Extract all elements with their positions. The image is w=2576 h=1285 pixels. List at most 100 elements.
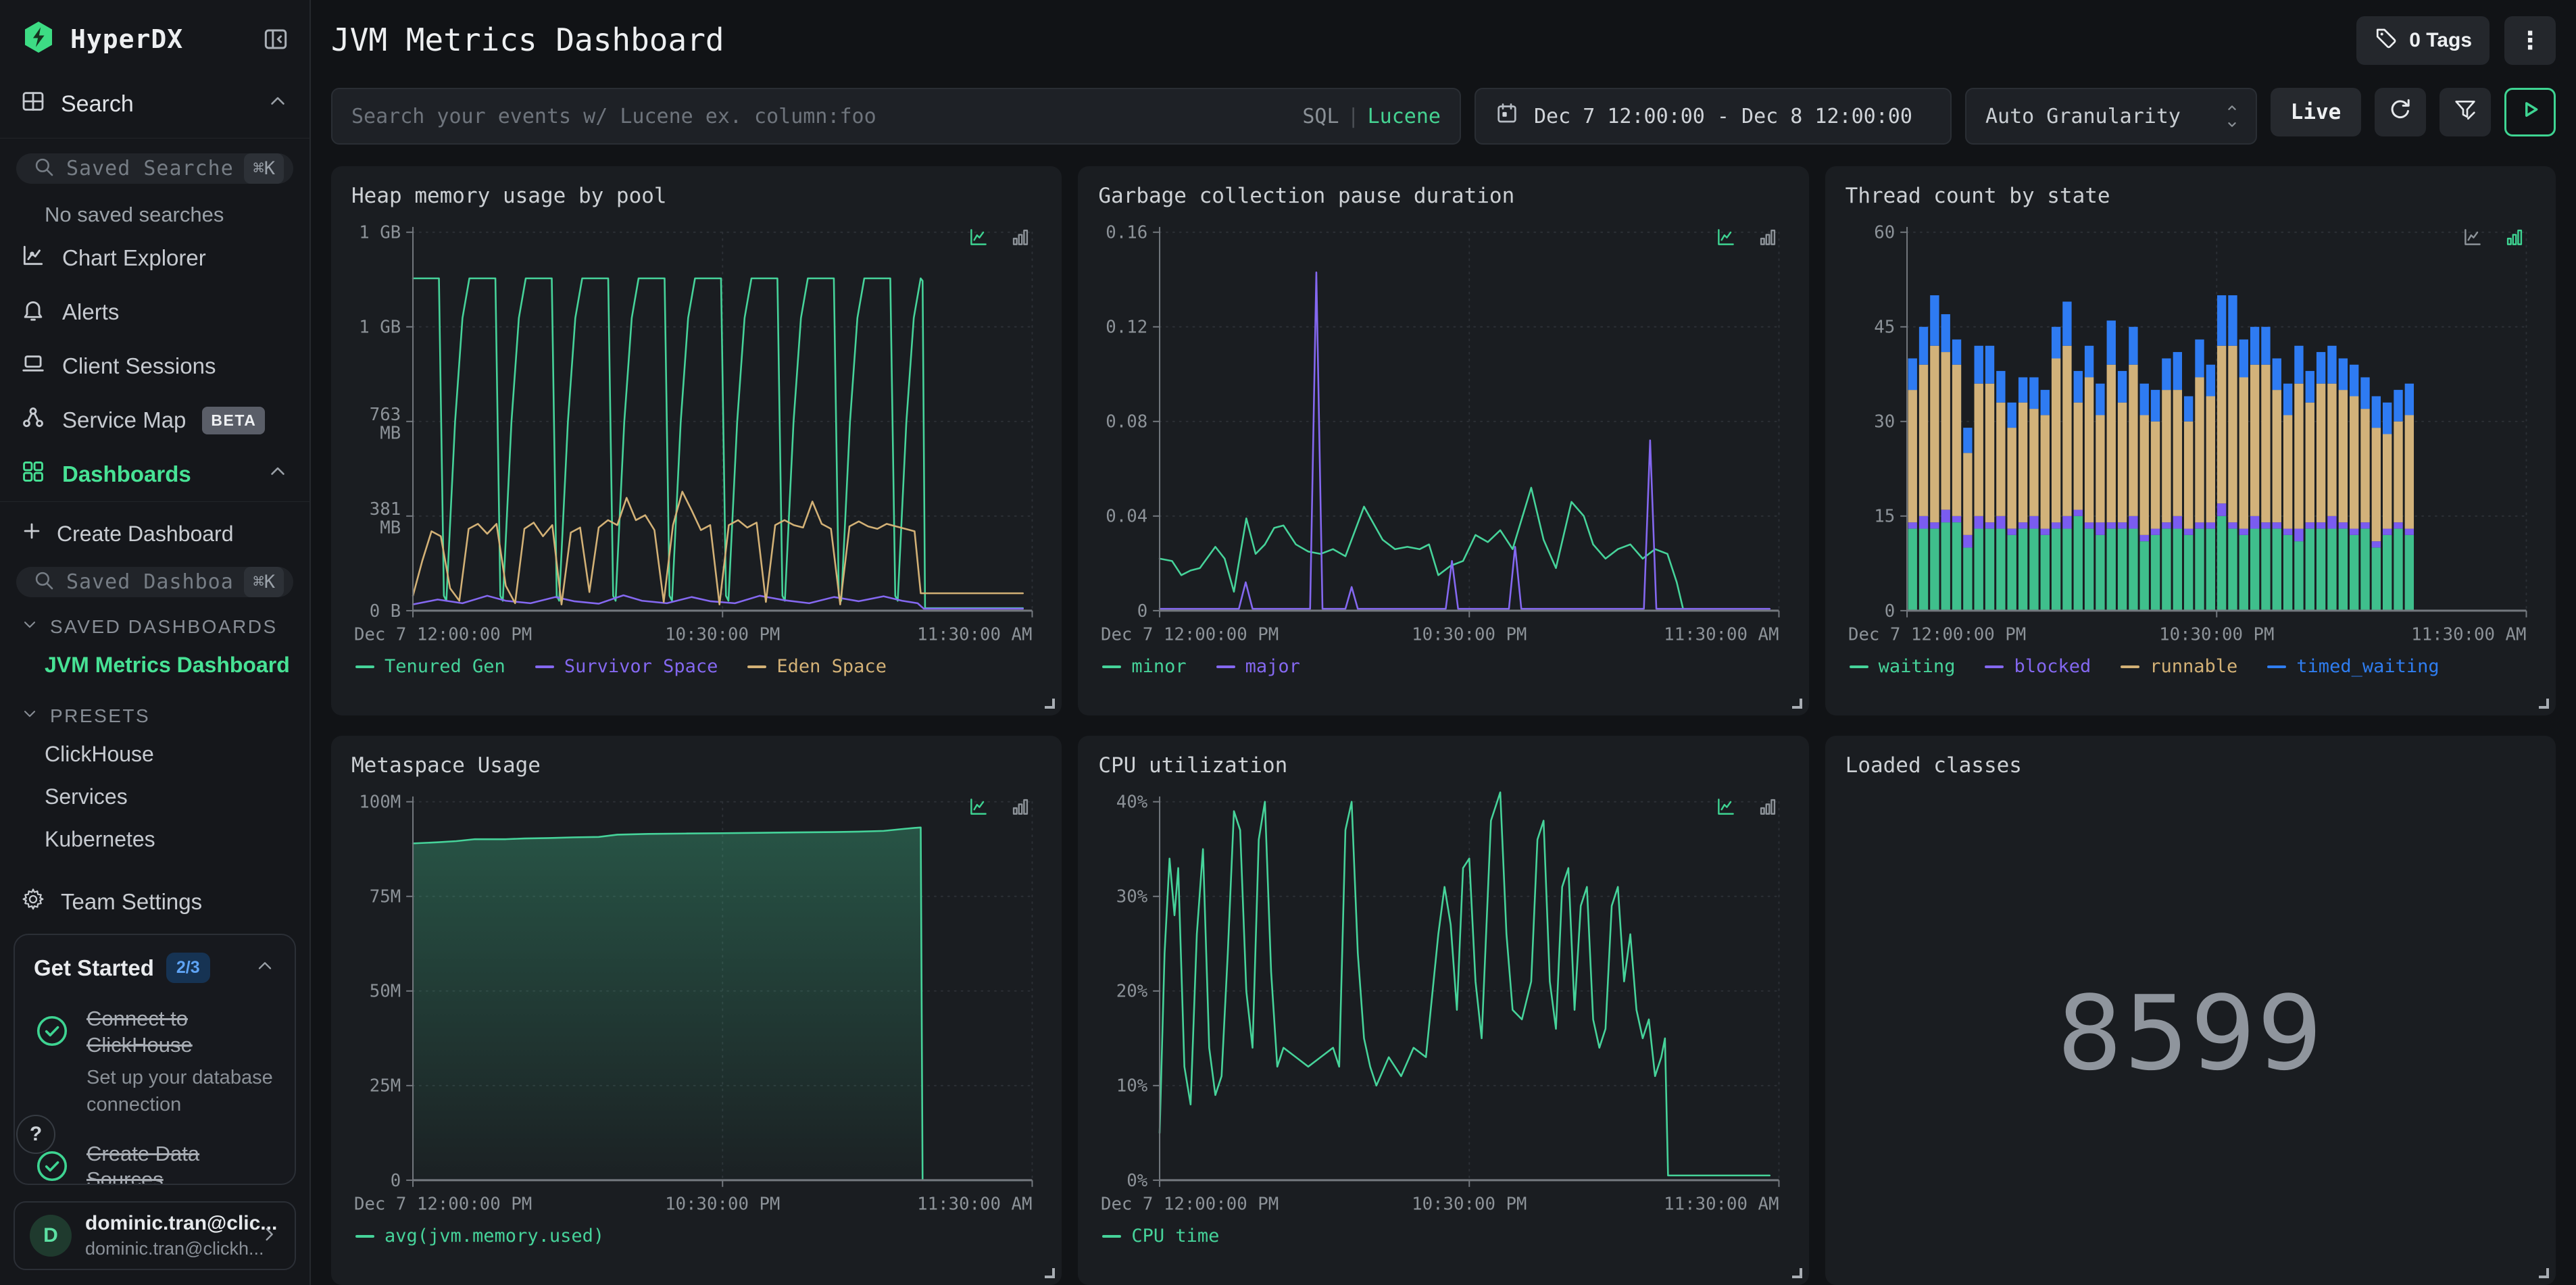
get-started-item-connect-to-clickhouse[interactable]: Connect to ClickHouse Set up your databa…: [34, 1006, 276, 1118]
panel-view-toggles: [1712, 792, 1782, 821]
saved-dashboards-input[interactable]: Saved Dashboards ⌘K: [16, 567, 293, 597]
bar-chart-icon[interactable]: [1754, 792, 1782, 821]
legend-item-eden-space[interactable]: Eden Space: [747, 656, 887, 677]
refresh-icon: [2387, 96, 2414, 128]
tags-button[interactable]: 0 Tags: [2356, 16, 2490, 65]
bar-chart-icon[interactable]: [2500, 223, 2529, 251]
page-header: JVM Metrics Dashboard 0 Tags ⋮: [331, 16, 2556, 65]
sidebar-section-search[interactable]: Search: [0, 71, 309, 138]
query-language-toggle[interactable]: SQL | Lucene: [1302, 105, 1441, 128]
panel-resize-handle[interactable]: [1791, 1268, 1802, 1278]
svg-text:0: 0: [391, 1171, 401, 1191]
panel-resize-handle[interactable]: [2539, 699, 2549, 709]
line-chart-icon[interactable]: [964, 792, 993, 821]
legend-item-minor[interactable]: minor: [1102, 656, 1187, 677]
svg-text:1 GB: 1 GB: [359, 318, 401, 338]
chart-canvas-cpu: 40% 30% 20% 10% 0% Dec 7 12:00:00 PM 10:30:00 …: [1101, 791, 1780, 1214]
user-menu[interactable]: D dominic.tran@clic... dominic.tran@clic…: [14, 1201, 296, 1270]
svg-text:11:30:00 AM: 11:30:00 AM: [1664, 624, 1779, 645]
group-header-saved-dashboards[interactable]: SAVED DASHBOARDS: [0, 597, 309, 644]
bar-chart-icon[interactable]: [1754, 223, 1782, 251]
sql-toggle[interactable]: SQL: [1302, 105, 1339, 128]
dashboard-groups: SAVED DASHBOARDS JVM Metrics Dashboard PRE…: [0, 597, 309, 861]
dashboard-link-services[interactable]: Services: [0, 776, 309, 818]
panel-title: Loaded classes: [1845, 753, 2022, 778]
legend-swatch: [355, 1234, 374, 1238]
time-range-picker[interactable]: Dec 7 12:00:00 - Dec 8 12:00:00: [1475, 88, 1952, 145]
panel-resize-handle[interactable]: [1045, 699, 1056, 709]
refresh-button[interactable]: [2375, 88, 2426, 136]
dashboard-link-jvm-metrics-dashboard[interactable]: JVM Metrics Dashboard: [0, 644, 309, 686]
sidebar-item-alerts[interactable]: Alerts: [0, 285, 309, 339]
chart-legend: minor major: [1098, 656, 1788, 677]
panel-resize-handle[interactable]: [2539, 1268, 2549, 1278]
panel-resize-handle[interactable]: [1045, 1268, 1056, 1278]
shortcut-badge: ⌘K: [244, 567, 284, 597]
lucene-toggle[interactable]: Lucene: [1368, 105, 1441, 128]
dashboards-icon: [20, 459, 46, 490]
run-query-button[interactable]: [2504, 88, 2556, 136]
svg-text:Dec 7 12:00:00 PM: Dec 7 12:00:00 PM: [1848, 624, 2026, 645]
event-search-input[interactable]: Search your events w/ Lucene ex. column:…: [331, 88, 1461, 145]
get-started-title: Get Started: [34, 955, 154, 980]
help-button[interactable]: ?: [16, 1115, 55, 1154]
kebab-menu-icon: ⋮: [2518, 26, 2542, 54]
chevron-down-icon: [20, 704, 39, 728]
granularity-value: Auto Granularity: [1985, 104, 2181, 128]
legend-item-timed_waiting[interactable]: timed_waiting: [2267, 656, 2439, 677]
svg-text:60: 60: [1874, 223, 1895, 243]
legend-item-tenured-gen[interactable]: Tenured Gen: [355, 656, 505, 677]
search-section-label: Search: [61, 91, 134, 117]
sidebar-header: HyperDX: [0, 0, 309, 71]
get-started-item-create-data-sources[interactable]: Create Data Sources Configure where your…: [34, 1141, 276, 1184]
chart-cpu: 40% 30% 20% 10% 0% Dec 7 12:00:00 PM 10:30:00 …: [1098, 784, 1788, 1217]
sidebar-item-chart-explorer[interactable]: Chart Explorer: [0, 231, 309, 285]
legend-item-runnable[interactable]: runnable: [2121, 656, 2237, 677]
legend-item-survivor-space[interactable]: Survivor Space: [535, 656, 718, 677]
legend-label: CPU time: [1131, 1226, 1220, 1247]
line-chart-icon[interactable]: [964, 223, 993, 251]
saved-searches-input[interactable]: Saved Searches ⌘K: [16, 153, 293, 184]
brand-name: HyperDX: [70, 24, 184, 54]
sidebar-item-team-settings[interactable]: Team Settings: [0, 870, 309, 934]
chart-legend: Tenured Gen Survivor Space Eden Space: [351, 656, 1041, 677]
bar-chart-icon[interactable]: [1006, 223, 1035, 251]
sidebar-item-client-sessions[interactable]: Client Sessions: [0, 339, 309, 393]
dashboard-link-clickhouse[interactable]: ClickHouse: [0, 733, 309, 776]
legend-item-major[interactable]: major: [1216, 656, 1300, 677]
legend-item-blocked[interactable]: blocked: [1985, 656, 2091, 677]
svg-text:0: 0: [1137, 601, 1147, 622]
svg-text:10:30:00 PM: 10:30:00 PM: [665, 624, 780, 645]
svg-text:10:30:00 PM: 10:30:00 PM: [665, 1194, 780, 1214]
svg-text:0 B: 0 B: [370, 601, 401, 622]
chart-legend: avg(jvm.memory.used): [351, 1226, 1041, 1246]
dashboard-link-kubernetes[interactable]: Kubernetes: [0, 818, 309, 861]
svg-text:25M: 25M: [370, 1076, 401, 1097]
get-started-header[interactable]: Get Started 2/3: [34, 953, 276, 983]
sidebar-item-dashboards[interactable]: Dashboards: [0, 447, 309, 501]
line-chart-icon[interactable]: [1712, 223, 1740, 251]
dashboard-grid: Heap memory usage by pool 1 GB 1 GB 763 MB 38…: [331, 166, 2556, 1285]
live-button[interactable]: Live: [2271, 88, 2361, 136]
sidebar-collapse-button[interactable]: [262, 26, 289, 53]
svg-text:30%: 30%: [1116, 887, 1148, 907]
legend-item-avg-jvm-memory-used-[interactable]: avg(jvm.memory.used): [355, 1226, 604, 1246]
group-header-presets[interactable]: PRESETS: [0, 686, 309, 733]
legend-item-waiting[interactable]: waiting: [1849, 656, 1955, 677]
svg-text:Dec 7 12:00:00 PM: Dec 7 12:00:00 PM: [1101, 624, 1279, 645]
svg-text:MB: MB: [380, 518, 401, 538]
granularity-select[interactable]: Auto Granularity: [1965, 88, 2257, 145]
line-chart-icon[interactable]: [2458, 223, 2487, 251]
legend-item-cpu-time[interactable]: CPU time: [1102, 1226, 1219, 1246]
panel-resize-handle[interactable]: [1791, 699, 1802, 709]
svg-text:Dec 7 12:00:00 PM: Dec 7 12:00:00 PM: [1101, 1194, 1279, 1214]
sidebar-item-service-map[interactable]: Service Map BETA: [0, 393, 309, 447]
line-chart-icon[interactable]: [1712, 792, 1740, 821]
sidebar-nav: Chart Explorer Alerts Client Sessions Servi…: [0, 231, 309, 501]
bar-chart-icon[interactable]: [1006, 792, 1035, 821]
svg-text:0.04: 0.04: [1106, 507, 1148, 527]
filter-edit-button[interactable]: [2439, 88, 2491, 136]
create-dashboard-button[interactable]: Create Dashboard: [0, 506, 309, 552]
panel-view-toggles: [964, 223, 1035, 251]
dashboard-menu-button[interactable]: ⋮: [2504, 16, 2556, 65]
